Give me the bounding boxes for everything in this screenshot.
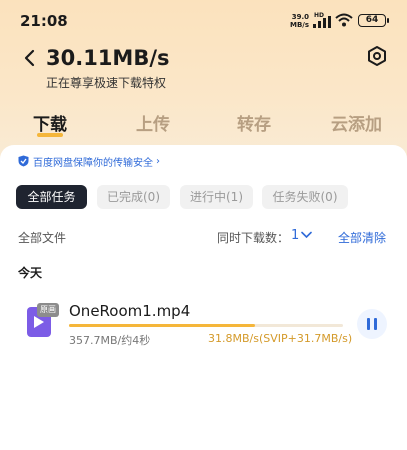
play-icon bbox=[34, 316, 44, 328]
pause-button[interactable] bbox=[357, 309, 387, 339]
chevron-down-icon[interactable] bbox=[301, 231, 312, 239]
download-progress-bar bbox=[69, 324, 343, 327]
pause-icon-bar-right bbox=[374, 318, 377, 330]
concurrent-downloads-select[interactable]: 1 bbox=[291, 228, 299, 243]
filter-failed[interactable]: 任务失败(0) bbox=[262, 185, 348, 209]
back-arrow-icon[interactable] bbox=[20, 48, 40, 68]
video-file-icon: 原画 bbox=[27, 303, 60, 338]
status-time: 21:08 bbox=[20, 12, 68, 30]
section-today-heading: 今天 bbox=[18, 266, 43, 280]
tab-transfer[interactable]: 转存 bbox=[237, 110, 271, 135]
filter-all-tasks[interactable]: 全部任务 bbox=[16, 185, 87, 209]
status-bar: 21:08 39.0 MB/s HD 64 bbox=[0, 0, 407, 40]
shield-icon bbox=[18, 155, 29, 167]
network-speed-indicator: 39.0 MB/s bbox=[290, 13, 309, 29]
chevron-right-icon: › bbox=[156, 155, 160, 167]
tab-download[interactable]: 下载 bbox=[33, 110, 67, 135]
download-speed-subtitle: 正在尊享极速下载特权 bbox=[46, 76, 167, 90]
all-files-label: 全部文件 bbox=[18, 231, 67, 245]
battery-icon: 64 bbox=[358, 14, 389, 27]
quality-badge: 原画 bbox=[37, 303, 59, 317]
tab-cloud-add[interactable]: 云添加 bbox=[331, 110, 382, 135]
filter-completed[interactable]: 已完成(0) bbox=[97, 185, 170, 209]
concurrent-downloads-label: 同时下载数： bbox=[217, 231, 290, 245]
filter-in-progress[interactable]: 进行中(1) bbox=[180, 185, 253, 209]
pause-icon-bar-left bbox=[367, 318, 370, 330]
security-notice-link[interactable]: 百度网盘保障你的传输安全 › bbox=[18, 154, 160, 169]
download-file-name[interactable]: OneRoom1.mp4 bbox=[69, 302, 190, 320]
wifi-icon bbox=[335, 13, 353, 27]
security-notice-text: 百度网盘保障你的传输安全 bbox=[33, 157, 153, 169]
download-size-info: 357.7MB/约4秒 bbox=[69, 334, 151, 347]
settings-icon[interactable] bbox=[366, 45, 388, 67]
network-speed-unit: MB/s bbox=[290, 21, 310, 29]
signal-icon bbox=[313, 16, 331, 28]
active-tab-indicator bbox=[37, 133, 63, 137]
clear-all-button[interactable]: 全部清除 bbox=[338, 229, 386, 246]
network-speed-value: 39.0 bbox=[291, 13, 310, 21]
download-speed-title: 30.11MB/s bbox=[46, 46, 170, 70]
download-speed-info: 31.8MB/s(SVIP+31.7MB/s) bbox=[208, 332, 353, 345]
download-progress-fill bbox=[69, 324, 256, 327]
tab-upload[interactable]: 上传 bbox=[136, 110, 170, 135]
